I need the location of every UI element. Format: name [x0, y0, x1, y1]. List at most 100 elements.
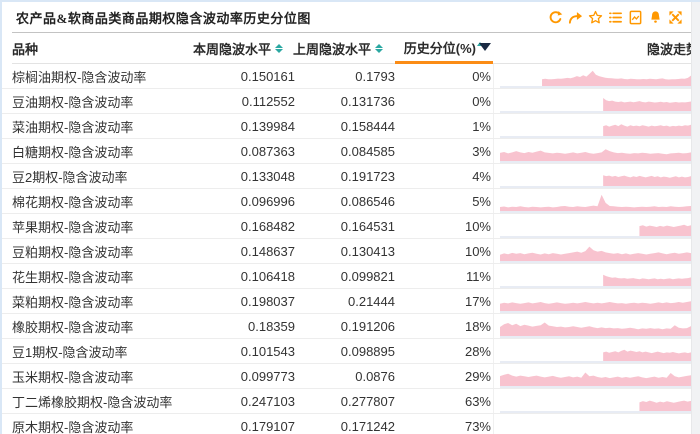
- cell-product-name: 豆油期权-隐含波动率: [12, 94, 134, 110]
- list-icon[interactable]: [607, 9, 624, 26]
- sparkline-chart: [500, 416, 691, 434]
- image-icon[interactable]: [627, 9, 644, 26]
- cell-iv-trend: [493, 164, 691, 188]
- cell-last-week-iv: 0.158444: [340, 118, 395, 134]
- sparkline-chart: [500, 322, 691, 338]
- cell-last-week-iv: 0.191206: [340, 318, 395, 334]
- cell-percentile: 10%: [464, 243, 491, 259]
- cell-product-name: 菜粕期权-隐含波动率: [12, 294, 134, 310]
- cell-last-week-iv: 0.164531: [340, 218, 395, 234]
- sparkline-chart: [500, 246, 691, 263]
- star-icon[interactable]: [587, 9, 604, 26]
- scrollbar[interactable]: [691, 2, 700, 434]
- table-row[interactable]: 白糖期权-隐含波动率 0.087363 0.084585 3%: [2, 139, 700, 164]
- sort-descending-icon[interactable]: [479, 43, 491, 51]
- sparkline-chart: [500, 194, 691, 213]
- cell-this-week-iv: 0.18359: [248, 318, 295, 334]
- cell-last-week-iv: 0.098895: [340, 343, 395, 359]
- cell-percentile: 3%: [472, 143, 491, 159]
- cell-percentile: 29%: [464, 368, 491, 384]
- cell-iv-trend: [493, 139, 691, 163]
- cell-this-week-iv: 0.099773: [240, 368, 295, 384]
- cell-this-week-iv: 0.139984: [240, 118, 295, 134]
- table-row[interactable]: 花生期权-隐含波动率 0.106418 0.099821 11%: [2, 264, 700, 289]
- cell-product-name: 棕榈油期权-隐含波动率: [12, 69, 147, 85]
- cell-iv-trend: [493, 189, 691, 213]
- sort-arrows-icon[interactable]: [375, 43, 383, 53]
- cell-product-name: 豆2期权-隐含波动率: [12, 169, 128, 185]
- table-row[interactable]: 豆2期权-隐含波动率 0.133048 0.191723 4%: [2, 164, 700, 189]
- cell-product-name: 橡胶期权-隐含波动率: [12, 319, 134, 335]
- table-body: 棕榈油期权-隐含波动率 0.150161 0.1793 0% 豆油期权-隐含波动率 0.1…: [2, 64, 700, 434]
- table-row[interactable]: 豆粕期权-隐含波动率 0.148637 0.130413 10%: [2, 239, 700, 264]
- cell-percentile: 5%: [472, 193, 491, 209]
- table-row[interactable]: 玉米期权-隐含波动率 0.099773 0.0876 29%: [2, 364, 700, 389]
- sparkline-chart: [500, 175, 691, 188]
- cell-iv-trend: [493, 214, 691, 238]
- cell-iv-trend: [493, 364, 691, 388]
- cell-last-week-iv: 0.131736: [340, 93, 395, 109]
- cell-last-week-iv: 0.171242: [340, 418, 395, 434]
- table-row[interactable]: 原木期权-隐含波动率 0.179107 0.171242 73%: [2, 414, 700, 434]
- table-row[interactable]: 橡胶期权-隐含波动率 0.18359 0.191206 18%: [2, 314, 700, 339]
- bell-icon[interactable]: [647, 9, 664, 26]
- cell-percentile: 4%: [472, 168, 491, 184]
- sparkline-chart: [500, 301, 691, 313]
- expand-icon[interactable]: [667, 9, 684, 26]
- cell-last-week-iv: 0.099821: [340, 268, 395, 284]
- share-icon[interactable]: [567, 9, 584, 26]
- cell-percentile: 63%: [464, 393, 491, 409]
- table-row[interactable]: 菜油期权-隐含波动率 0.139984 0.158444 1%: [2, 114, 700, 139]
- cell-percentile: 10%: [464, 218, 491, 234]
- panel-title: 农产品&软商品类商品期权隐含波动率历史分位图: [16, 10, 311, 26]
- sort-arrows-icon[interactable]: [275, 43, 283, 53]
- cell-percentile: 18%: [464, 318, 491, 334]
- sparkline-chart: [500, 274, 691, 288]
- cell-this-week-iv: 0.133048: [240, 168, 295, 184]
- cell-product-name: 原木期权-隐含波动率: [12, 419, 134, 434]
- cell-percentile: 11%: [465, 268, 491, 284]
- cell-iv-trend: [493, 389, 691, 413]
- table-row[interactable]: 苹果期权-隐含波动率 0.168482 0.164531 10%: [2, 214, 700, 239]
- cell-last-week-iv: 0.130413: [340, 243, 395, 259]
- table-row[interactable]: 棕榈油期权-隐含波动率 0.150161 0.1793 0%: [2, 64, 700, 89]
- cell-last-week-iv: 0.084585: [340, 143, 395, 159]
- cell-iv-trend: [493, 314, 691, 338]
- cell-product-name: 玉米期权-隐含波动率: [12, 369, 134, 385]
- panel-titlebar: 农产品&软商品类商品期权隐含波动率历史分位图: [2, 2, 700, 32]
- cell-percentile: 0%: [472, 93, 491, 109]
- cell-this-week-iv: 0.087363: [240, 143, 295, 159]
- cell-this-week-iv: 0.150161: [240, 68, 295, 84]
- cell-last-week-iv: 0.0876: [355, 368, 395, 384]
- cell-iv-trend: [493, 64, 691, 88]
- column-header-this-week[interactable]: 本周隐波水平: [193, 33, 295, 64]
- table-row[interactable]: 棉花期权-隐含波动率 0.096996 0.086546 5%: [2, 189, 700, 214]
- refresh-icon[interactable]: [547, 9, 564, 26]
- cell-product-name: 丁二烯橡胶期权-隐含波动率: [12, 394, 173, 410]
- cell-percentile: 73%: [464, 418, 491, 434]
- table-row[interactable]: 豆油期权-隐含波动率 0.112552 0.131736 0%: [2, 89, 700, 114]
- cell-product-name: 豆粕期权-隐含波动率: [12, 244, 134, 260]
- table-row[interactable]: 豆1期权-隐含波动率 0.101543 0.098895 28%: [2, 339, 700, 364]
- table-row[interactable]: 丁二烯橡胶期权-隐含波动率 0.247103 0.277807 63%: [2, 389, 700, 414]
- sparkline-chart: [500, 372, 691, 388]
- cell-this-week-iv: 0.096996: [240, 193, 295, 209]
- panel-toolbar: [547, 9, 684, 26]
- cell-this-week-iv: 0.148637: [240, 243, 295, 259]
- sparkline-chart: [500, 98, 691, 113]
- column-header-name[interactable]: 品种: [12, 33, 197, 64]
- table-header-row: 品种 本周隐波水平 上周隐波水平 历史分位(%) 隐波走势: [2, 33, 700, 64]
- cell-this-week-iv: 0.168482: [240, 218, 295, 234]
- cell-this-week-iv: 0.247103: [240, 393, 295, 409]
- cell-this-week-iv: 0.101543: [240, 343, 295, 359]
- cell-this-week-iv: 0.198037: [240, 293, 295, 309]
- cell-last-week-iv: 0.21444: [348, 293, 395, 309]
- cell-iv-trend: [493, 114, 691, 138]
- cell-last-week-iv: 0.1793: [355, 68, 395, 84]
- sparkline-chart: [500, 124, 691, 138]
- column-header-last-week[interactable]: 上周隐波水平: [293, 33, 395, 64]
- column-header-percentile[interactable]: 历史分位(%): [395, 33, 493, 64]
- cell-product-name: 白糖期权-隐含波动率: [12, 144, 134, 160]
- table-row[interactable]: 菜粕期权-隐含波动率 0.198037 0.21444 17%: [2, 289, 700, 314]
- iv-percentile-panel: 农产品&软商品类商品期权隐含波动率历史分位图 品种 本周隐波水平 上周隐波水平 …: [0, 0, 700, 434]
